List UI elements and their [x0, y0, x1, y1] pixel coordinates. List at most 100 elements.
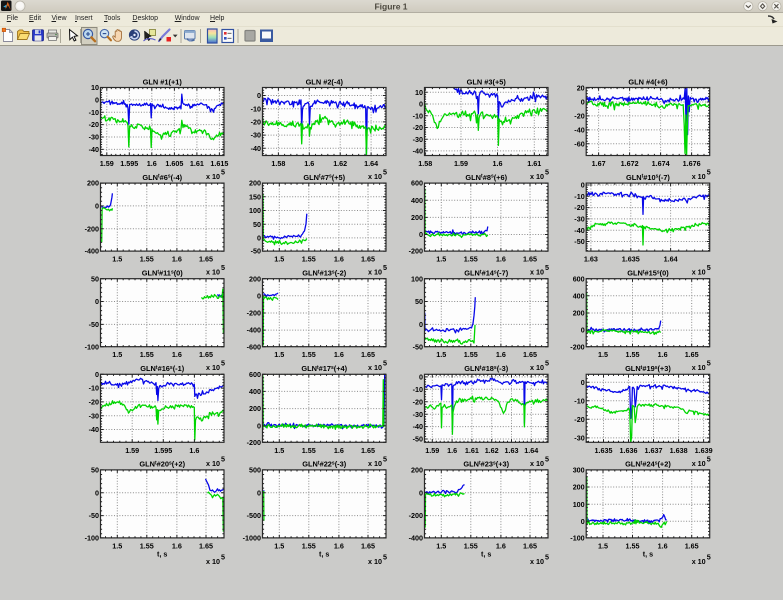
svg-text:GLNt#6s(-4): GLNt#6s(-4) [142, 173, 182, 182]
svg-text:1.65: 1.65 [361, 350, 375, 359]
svg-text:-10: -10 [574, 192, 584, 201]
svg-text:0: 0 [257, 234, 261, 243]
svg-text:-30: -30 [251, 131, 261, 140]
svg-text:t, s: t, s [157, 549, 167, 558]
svg-text:1.55: 1.55 [464, 541, 478, 550]
svg-text:1.5: 1.5 [274, 446, 284, 455]
svg-text:1.55: 1.55 [626, 350, 640, 359]
svg-text:0: 0 [95, 96, 99, 105]
svg-text:x 10: x 10 [368, 363, 382, 372]
svg-text:5: 5 [545, 359, 549, 368]
svg-text:-200: -200 [409, 511, 423, 520]
svg-text:1.674: 1.674 [652, 159, 670, 168]
svg-text:x 10: x 10 [206, 459, 220, 468]
svg-text:1.5: 1.5 [436, 255, 446, 264]
svg-text:1.595: 1.595 [120, 159, 138, 168]
svg-text:5: 5 [221, 263, 225, 272]
svg-text:1.5: 1.5 [436, 350, 446, 359]
svg-text:1.6: 1.6 [334, 446, 344, 455]
svg-text:1.6: 1.6 [304, 159, 314, 168]
svg-text:-400: -400 [247, 326, 261, 335]
svg-text:1.55: 1.55 [140, 255, 154, 264]
svg-text:1.615: 1.615 [210, 159, 228, 168]
svg-text:0: 0 [581, 517, 585, 526]
svg-text:1.58: 1.58 [271, 159, 285, 168]
svg-text:1.63: 1.63 [505, 446, 519, 455]
svg-text:-60: -60 [574, 139, 584, 148]
svg-text:1.637: 1.637 [645, 446, 663, 455]
svg-text:-10: -10 [574, 396, 584, 405]
svg-text:-10: -10 [89, 108, 99, 117]
svg-text:5: 5 [707, 263, 711, 272]
svg-text:GLNt#16s(-1): GLNt#16s(-1) [140, 364, 184, 373]
svg-text:0: 0 [419, 488, 423, 497]
svg-text:5: 5 [383, 168, 387, 177]
svg-text:GLNt#17s(+4): GLNt#17s(+4) [301, 364, 347, 373]
svg-text:-400: -400 [85, 247, 99, 256]
svg-text:5: 5 [707, 454, 711, 463]
svg-text:1.5: 1.5 [112, 541, 122, 550]
svg-text:GLNt#14s(-7): GLNt#14s(-7) [464, 269, 508, 278]
svg-text:-30: -30 [89, 411, 99, 420]
svg-text:-600: -600 [247, 342, 261, 351]
svg-text:-200: -200 [85, 224, 99, 233]
svg-text:1.595: 1.595 [154, 446, 172, 455]
svg-text:0: 0 [419, 320, 423, 329]
svg-text:500: 500 [249, 466, 261, 475]
svg-text:-20: -20 [89, 120, 99, 129]
svg-text:1.5: 1.5 [112, 255, 122, 264]
svg-text:1.6: 1.6 [334, 541, 344, 550]
svg-text:-1000: -1000 [243, 534, 261, 543]
svg-text:-50: -50 [251, 247, 261, 256]
svg-text:-200: -200 [409, 247, 423, 256]
svg-text:-200: -200 [247, 438, 261, 447]
svg-text:t, s: t, s [643, 549, 653, 558]
svg-text:0: 0 [581, 98, 585, 107]
svg-text:20: 20 [577, 84, 585, 93]
svg-text:1.65: 1.65 [523, 255, 537, 264]
svg-text:50: 50 [91, 466, 99, 475]
svg-text:-100: -100 [85, 534, 99, 543]
svg-text:GLNt#22s(-3): GLNt#22s(-3) [302, 460, 346, 469]
svg-text:5: 5 [383, 454, 387, 463]
svg-text:0: 0 [419, 230, 423, 239]
svg-text:50: 50 [253, 220, 261, 229]
svg-text:x 10: x 10 [692, 172, 706, 181]
svg-text:5: 5 [221, 454, 225, 463]
svg-text:200: 200 [249, 404, 261, 413]
svg-text:GLNt#7s(+5): GLNt#7s(+5) [303, 173, 345, 182]
svg-text:1.59: 1.59 [100, 159, 114, 168]
svg-text:GLNt#8s(+6): GLNt#8s(+6) [465, 173, 507, 182]
svg-text:1.6: 1.6 [496, 350, 506, 359]
svg-text:150: 150 [249, 192, 261, 201]
svg-text:-40: -40 [574, 226, 584, 235]
svg-text:50: 50 [415, 297, 423, 306]
svg-text:0: 0 [95, 370, 99, 379]
svg-text:1.6: 1.6 [447, 446, 457, 455]
svg-text:GLNt#20s(+2): GLNt#20s(+2) [139, 460, 185, 469]
svg-text:600: 600 [249, 370, 261, 379]
svg-text:0: 0 [419, 373, 423, 382]
svg-text:GLN #3(+5): GLN #3(+5) [467, 77, 507, 86]
svg-text:0: 0 [257, 421, 261, 430]
svg-text:x 10: x 10 [368, 557, 382, 566]
svg-text:5: 5 [383, 552, 387, 561]
svg-text:x 10: x 10 [206, 268, 220, 277]
svg-text:1.64: 1.64 [524, 446, 538, 455]
svg-text:x 10: x 10 [530, 363, 544, 372]
svg-text:1.6: 1.6 [658, 541, 668, 550]
svg-text:1.6: 1.6 [172, 255, 182, 264]
svg-text:100: 100 [411, 274, 423, 283]
svg-text:1.6: 1.6 [493, 159, 503, 168]
svg-text:GLNt#11s(0): GLNt#11s(0) [142, 269, 184, 278]
svg-text:0: 0 [95, 297, 99, 306]
svg-text:-20: -20 [413, 123, 423, 132]
svg-text:-20: -20 [574, 203, 584, 212]
svg-text:1.55: 1.55 [302, 446, 316, 455]
svg-text:1.5: 1.5 [274, 541, 284, 550]
svg-text:5: 5 [545, 454, 549, 463]
svg-text:GLNt#13s(-2): GLNt#13s(-2) [302, 269, 346, 278]
svg-text:1.6: 1.6 [334, 255, 344, 264]
svg-text:1.55: 1.55 [464, 255, 478, 264]
svg-text:1.65: 1.65 [199, 350, 213, 359]
